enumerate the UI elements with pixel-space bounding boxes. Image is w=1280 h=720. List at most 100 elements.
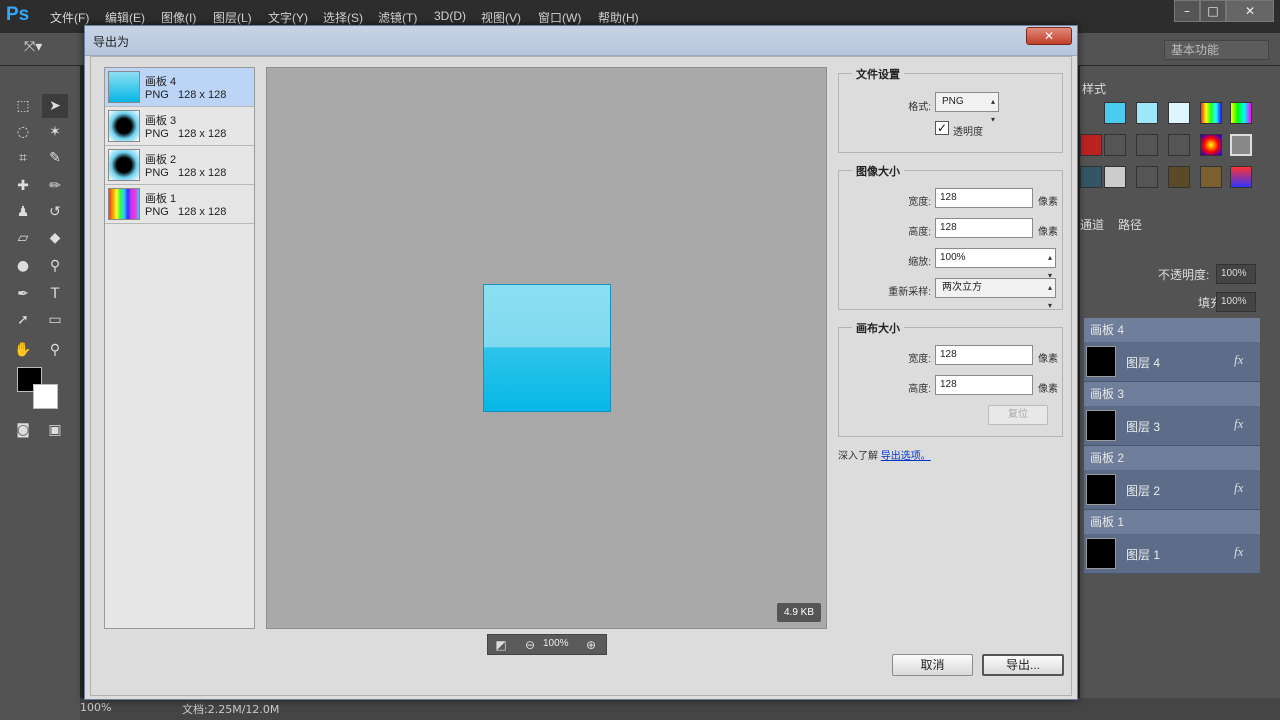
style-swatch[interactable] [1080, 134, 1102, 156]
layer-thumbnail [1086, 346, 1116, 377]
close-icon[interactable]: ✕ [1026, 27, 1072, 45]
reset-button[interactable]: 复位 [988, 405, 1048, 425]
quick-mask-icon[interactable]: ◙ [10, 418, 36, 442]
style-swatch[interactable] [1230, 102, 1252, 124]
menu-filter[interactable]: 滤镜(T) [378, 9, 417, 26]
dialog-title-bar[interactable]: 导出为 ✕ [85, 26, 1077, 56]
workspace-select[interactable]: 基本功能 [1164, 40, 1269, 60]
style-swatch[interactable] [1168, 102, 1190, 124]
zoom-tool-icon[interactable]: ⚲ [42, 338, 68, 362]
minimize-icon[interactable]: – [1174, 0, 1200, 22]
artboard-item-3[interactable]: 画板 3 PNG 128 x 128 [105, 107, 254, 146]
fx-icon[interactable]: fx [1234, 352, 1243, 368]
layer-row[interactable]: 图层 2 fx [1084, 470, 1260, 510]
layer-row[interactable]: 图层 4 fx [1084, 342, 1260, 382]
resample-select[interactable]: 两次立方 ▴ ▾ [935, 278, 1056, 310]
style-swatch[interactable] [1104, 102, 1126, 124]
artboard-group-4[interactable]: 画板 4 [1084, 318, 1260, 342]
style-swatch[interactable] [1168, 134, 1190, 156]
hand-tool-icon[interactable]: ✋ [10, 338, 36, 362]
style-swatch[interactable] [1136, 166, 1158, 188]
stamp-tool-icon[interactable]: ♟ [10, 200, 36, 224]
menu-3d[interactable]: 3D(D) [434, 9, 466, 23]
style-swatch[interactable] [1080, 166, 1102, 188]
canvas-width-field[interactable]: 128 [935, 345, 1033, 365]
scale-select[interactable]: 100% ▴ ▾ [935, 248, 1056, 280]
fx-icon[interactable]: fx [1234, 416, 1243, 432]
zoom-out-icon[interactable]: ⊖ [521, 636, 539, 654]
marquee-tool-icon[interactable]: ⬚ [10, 94, 36, 118]
fill-field[interactable]: 100% [1216, 292, 1256, 312]
maximize-icon[interactable]: □ [1200, 0, 1226, 22]
style-swatch[interactable] [1104, 134, 1126, 156]
screen-mode-icon[interactable]: ▣ [42, 418, 68, 442]
eraser-tool-icon[interactable]: ▱ [10, 226, 36, 250]
artboard-group-1[interactable]: 画板 1 [1084, 510, 1260, 534]
paint-bucket-icon[interactable]: ◆ [42, 226, 68, 250]
move-tool-icon[interactable]: ⤧▾ [24, 39, 42, 55]
artboard-item-1[interactable]: 画板 1 PNG 128 x 128 [105, 185, 254, 224]
style-swatch[interactable] [1200, 134, 1222, 156]
artboard-group-2[interactable]: 画板 2 [1084, 446, 1260, 470]
zoom-in-icon[interactable]: ⊕ [582, 636, 600, 654]
menu-help[interactable]: 帮助(H) [598, 9, 639, 26]
background-color-swatch[interactable] [33, 384, 58, 409]
artboard-item-2[interactable]: 画板 2 PNG 128 x 128 [105, 146, 254, 185]
style-swatch[interactable] [1200, 166, 1222, 188]
style-swatch[interactable] [1168, 166, 1190, 188]
fx-icon[interactable]: fx [1234, 480, 1243, 496]
type-tool-icon[interactable]: T [42, 282, 68, 306]
style-swatch[interactable] [1230, 166, 1252, 188]
artboard-item-4[interactable]: 画板 4 PNG 128 x 128 [105, 68, 254, 107]
tab-channels[interactable]: 通道 [1080, 216, 1104, 233]
format-select[interactable]: PNG ▴ ▾ [935, 92, 999, 124]
image-height-field[interactable]: 128 [935, 218, 1033, 238]
menu-image[interactable]: 图像(I) [161, 9, 196, 26]
pen-tool-icon[interactable]: ✒ [10, 282, 36, 306]
artboard-group-3[interactable]: 画板 3 [1084, 382, 1260, 406]
menu-select[interactable]: 选择(S) [323, 9, 363, 26]
opacity-field[interactable]: 100% [1216, 264, 1256, 284]
layer-row[interactable]: 图层 3 fx [1084, 406, 1260, 446]
menu-view[interactable]: 视图(V) [481, 9, 521, 26]
menu-edit[interactable]: 编辑(E) [105, 9, 145, 26]
layer-row[interactable]: 图层 1 fx [1084, 534, 1260, 574]
magic-wand-icon[interactable]: ✶ [42, 120, 68, 144]
image-width-field[interactable]: 128 [935, 188, 1033, 208]
menu-type[interactable]: 文字(Y) [268, 9, 308, 26]
transparency-checkbox[interactable]: ✓ [935, 121, 949, 135]
style-swatch[interactable] [1136, 134, 1158, 156]
healing-brush-icon[interactable]: ✚ [10, 174, 36, 198]
canvas-height-field[interactable]: 128 [935, 375, 1033, 395]
style-swatch[interactable] [1104, 166, 1126, 188]
blur-tool-icon[interactable]: ● [10, 254, 36, 278]
rectangle-tool-icon[interactable]: ▭ [42, 308, 68, 332]
crop-tool-icon[interactable]: ⌗ [10, 146, 36, 170]
dodge-tool-icon[interactable]: ⚲ [42, 254, 68, 278]
menu-layer[interactable]: 图层(L) [213, 9, 252, 26]
menu-window[interactable]: 窗口(W) [538, 9, 581, 26]
export-options-link[interactable]: 导出选项。 [881, 451, 931, 462]
artboard-format: PNG [145, 206, 169, 218]
fx-icon[interactable]: fx [1234, 544, 1243, 560]
layer-thumbnail [1086, 410, 1116, 441]
tab-paths[interactable]: 路径 [1118, 216, 1142, 233]
export-button[interactable]: 导出... [982, 654, 1064, 676]
cancel-button[interactable]: 取消 [892, 654, 973, 676]
file-settings-group [838, 73, 1063, 153]
menu-file[interactable]: 文件(F) [50, 9, 89, 26]
style-swatch[interactable] [1136, 102, 1158, 124]
history-brush-icon[interactable]: ↺ [42, 200, 68, 224]
path-select-icon[interactable]: ➚ [10, 308, 36, 332]
lasso-tool-icon[interactable]: ◌ [10, 120, 36, 144]
move-tool-icon[interactable]: ➤ [42, 94, 68, 118]
transparency-label: 透明度 [953, 127, 983, 138]
brush-tool-icon[interactable]: ✏ [42, 174, 68, 198]
eyedropper-icon[interactable]: ✎ [42, 146, 68, 170]
style-swatch[interactable] [1230, 134, 1252, 156]
style-swatch[interactable] [1200, 102, 1222, 124]
fit-view-icon[interactable]: ◩ [492, 636, 510, 654]
close-window-icon[interactable]: ✕ [1226, 0, 1274, 22]
tab-styles[interactable]: 样式 [1082, 80, 1106, 97]
artboard-thumbnail [108, 110, 140, 142]
